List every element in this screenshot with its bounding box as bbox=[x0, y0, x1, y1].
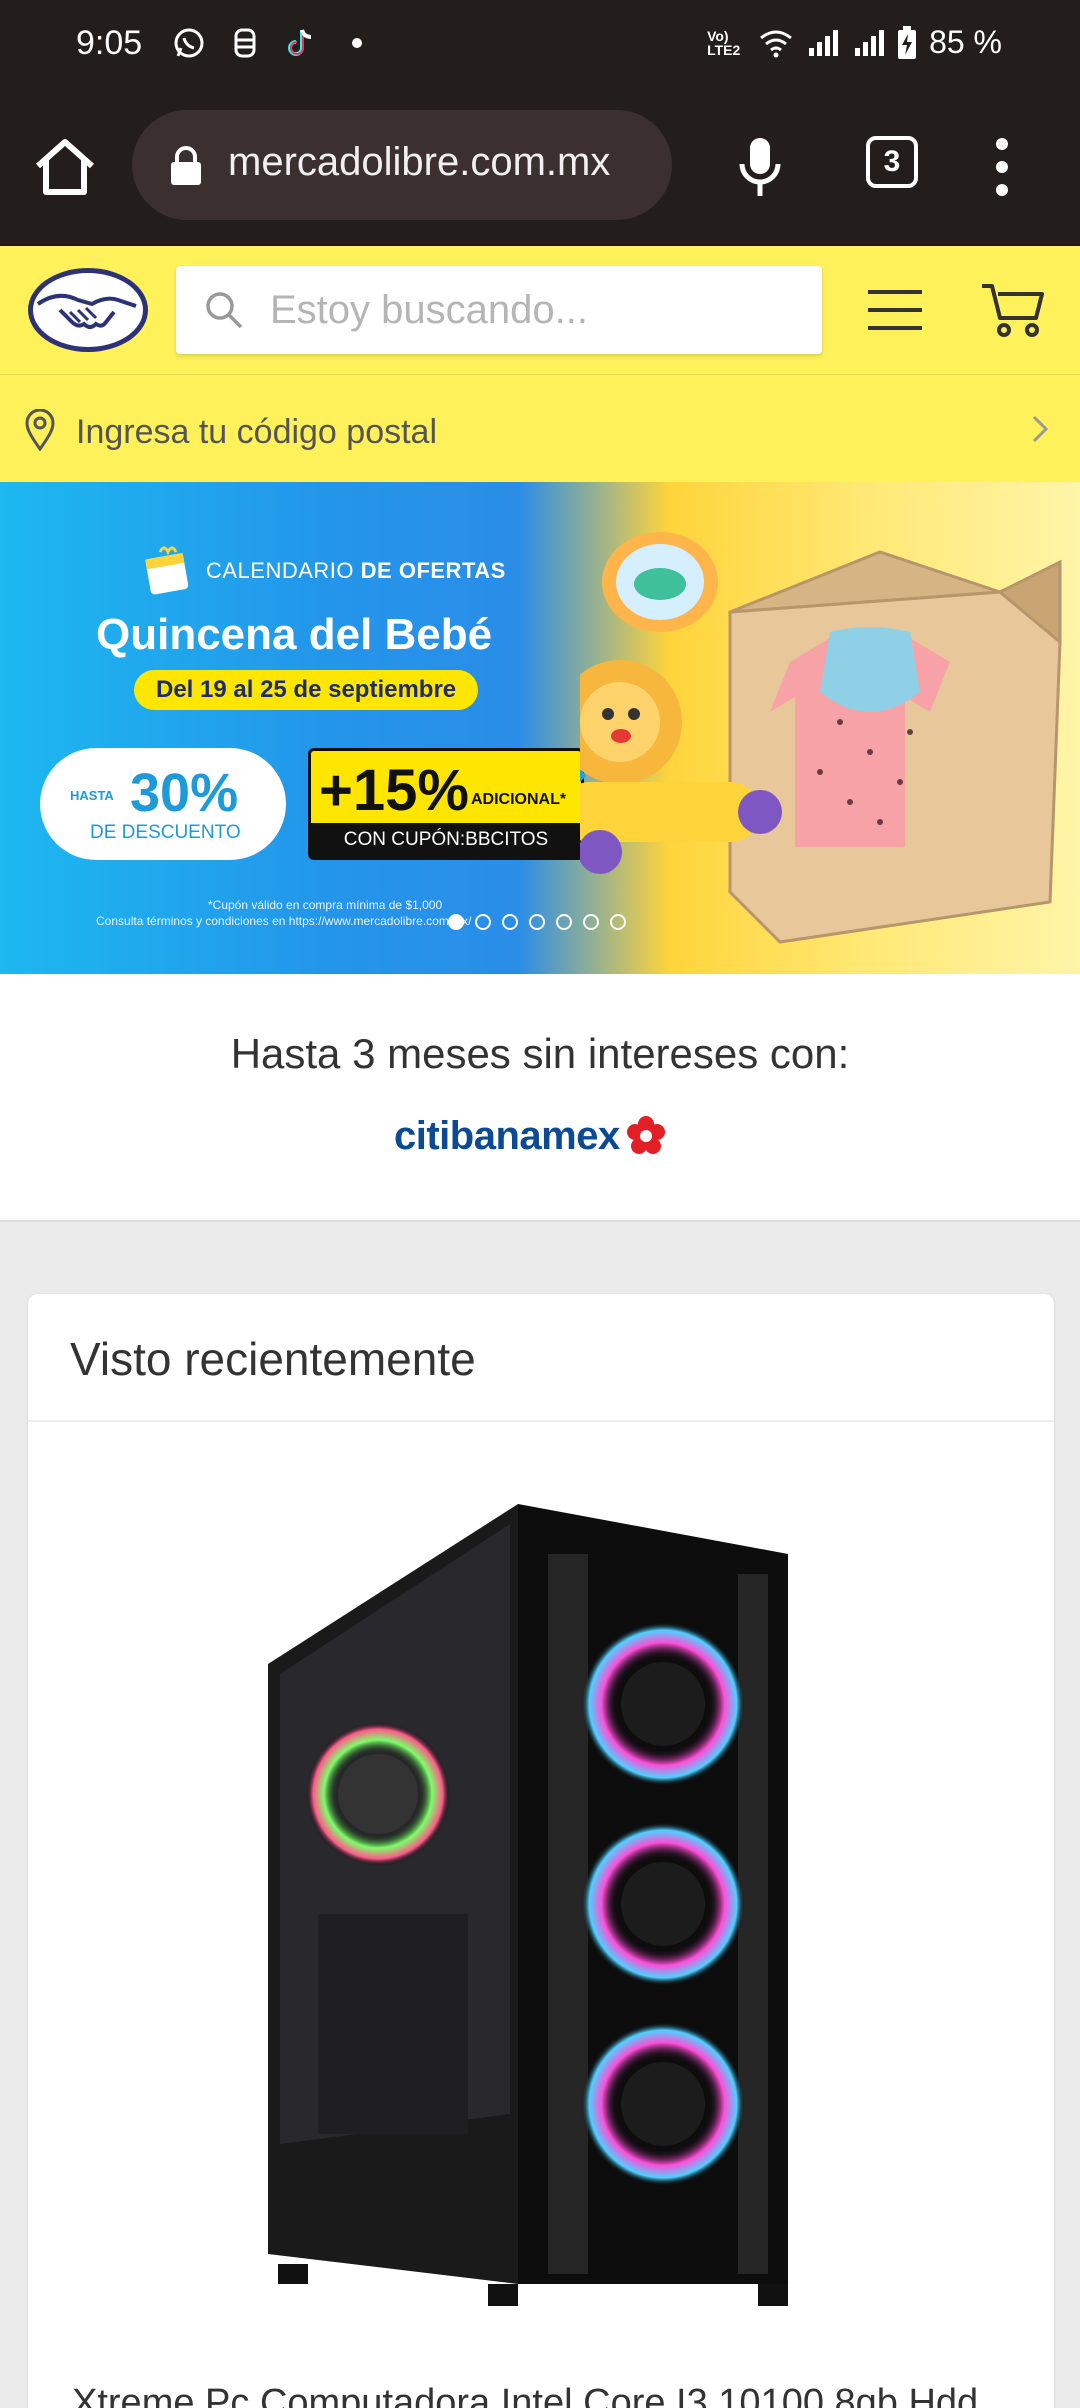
battery-level: 85 % bbox=[929, 24, 1002, 60]
divider bbox=[28, 1420, 1054, 1422]
dot-icon bbox=[352, 38, 362, 48]
signal-icon bbox=[809, 29, 839, 56]
calendar-gift-icon bbox=[145, 546, 189, 595]
banner-calendar-label: CALENDARIO DE OFERTAS bbox=[206, 558, 506, 583]
notification-icons bbox=[172, 26, 374, 60]
carousel-dot[interactable] bbox=[529, 914, 545, 930]
installments-text: Hasta 3 meses sin intereses con: bbox=[230, 1030, 850, 1077]
bank-logo: citibanamex bbox=[394, 1108, 668, 1164]
recently-viewed-card: Visto recientemente Xtreme Pc Computador… bbox=[28, 1294, 1054, 2408]
home-icon[interactable] bbox=[30, 132, 100, 202]
address-bar[interactable]: mercadolibre.com.mx bbox=[132, 110, 672, 220]
tab-switcher-button[interactable]: 3 bbox=[866, 136, 918, 188]
search-icon bbox=[206, 292, 243, 329]
system-icons: Vo) LTE2 85 % bbox=[707, 24, 1002, 61]
recently-viewed-title: Visto recientemente bbox=[70, 1333, 476, 1385]
product-image[interactable] bbox=[248, 1494, 848, 2314]
search-bar[interactable] bbox=[176, 266, 822, 354]
more-options-icon[interactable] bbox=[990, 132, 1014, 202]
bank-flower-icon bbox=[626, 1116, 665, 1154]
carousel-dot[interactable] bbox=[583, 914, 599, 930]
carousel-dot[interactable] bbox=[556, 914, 572, 930]
discount-badge: HASTA 30% DE DESCUENTO bbox=[40, 748, 286, 860]
cart-icon[interactable] bbox=[980, 280, 1046, 340]
signal-icon-2 bbox=[855, 29, 885, 56]
carousel-indicators[interactable] bbox=[448, 914, 626, 930]
chevron-right-icon bbox=[1032, 415, 1049, 443]
site-header bbox=[0, 244, 1080, 374]
banner-title: Quincena del Bebé bbox=[96, 610, 493, 659]
tiktok-icon bbox=[288, 29, 312, 56]
carousel-dot[interactable] bbox=[448, 914, 464, 930]
carousel-dot[interactable] bbox=[475, 914, 491, 930]
baby-products-illustration bbox=[580, 532, 1062, 944]
url-text[interactable]: mercadolibre.com.mx bbox=[228, 140, 668, 185]
banner-terms: Consulta términos y condiciones en https… bbox=[96, 914, 472, 928]
carousel-dot[interactable] bbox=[502, 914, 518, 930]
carousel-dot[interactable] bbox=[610, 914, 626, 930]
banner-dates: Del 19 al 25 de septiembre bbox=[134, 670, 479, 710]
mercadolibre-logo[interactable] bbox=[26, 264, 150, 356]
postal-code-bar[interactable]: Ingresa tu código postal bbox=[0, 374, 1080, 482]
installments-section[interactable]: Hasta 3 meses sin intereses con: citiban… bbox=[0, 974, 1080, 1222]
coupon-badge: +15% ADICIONAL* CON CUPÓN:BBCITOS bbox=[308, 748, 584, 860]
clock: 9:05 bbox=[76, 24, 143, 62]
promo-banner[interactable]: CALENDARIO DE OFERTAS Quincena del Bebé … bbox=[0, 482, 1080, 974]
whatsapp-icon bbox=[174, 28, 204, 58]
hamburger-menu-icon[interactable] bbox=[866, 286, 924, 334]
wifi-icon bbox=[760, 30, 792, 57]
product-title[interactable]: Xtreme Pc Computadora Intel Core I3 1010… bbox=[72, 2382, 978, 2408]
location-pin-icon bbox=[25, 409, 55, 451]
status-bar: 9:05 Vo) LTE2 85 % bbox=[0, 0, 1080, 92]
battery-charging-icon bbox=[898, 25, 917, 59]
banner-fine-print: *Cupón válido en compra mínima de $1,000 bbox=[208, 898, 443, 912]
search-input[interactable] bbox=[270, 280, 800, 340]
app-notification-icon bbox=[234, 28, 256, 58]
microphone-icon[interactable] bbox=[730, 132, 790, 202]
postal-code-label[interactable]: Ingresa tu código postal bbox=[76, 413, 437, 452]
volte-label: Vo) LTE2 bbox=[707, 27, 741, 58]
lock-icon bbox=[171, 146, 201, 185]
browser-toolbar: mercadolibre.com.mx 3 bbox=[0, 92, 1080, 244]
